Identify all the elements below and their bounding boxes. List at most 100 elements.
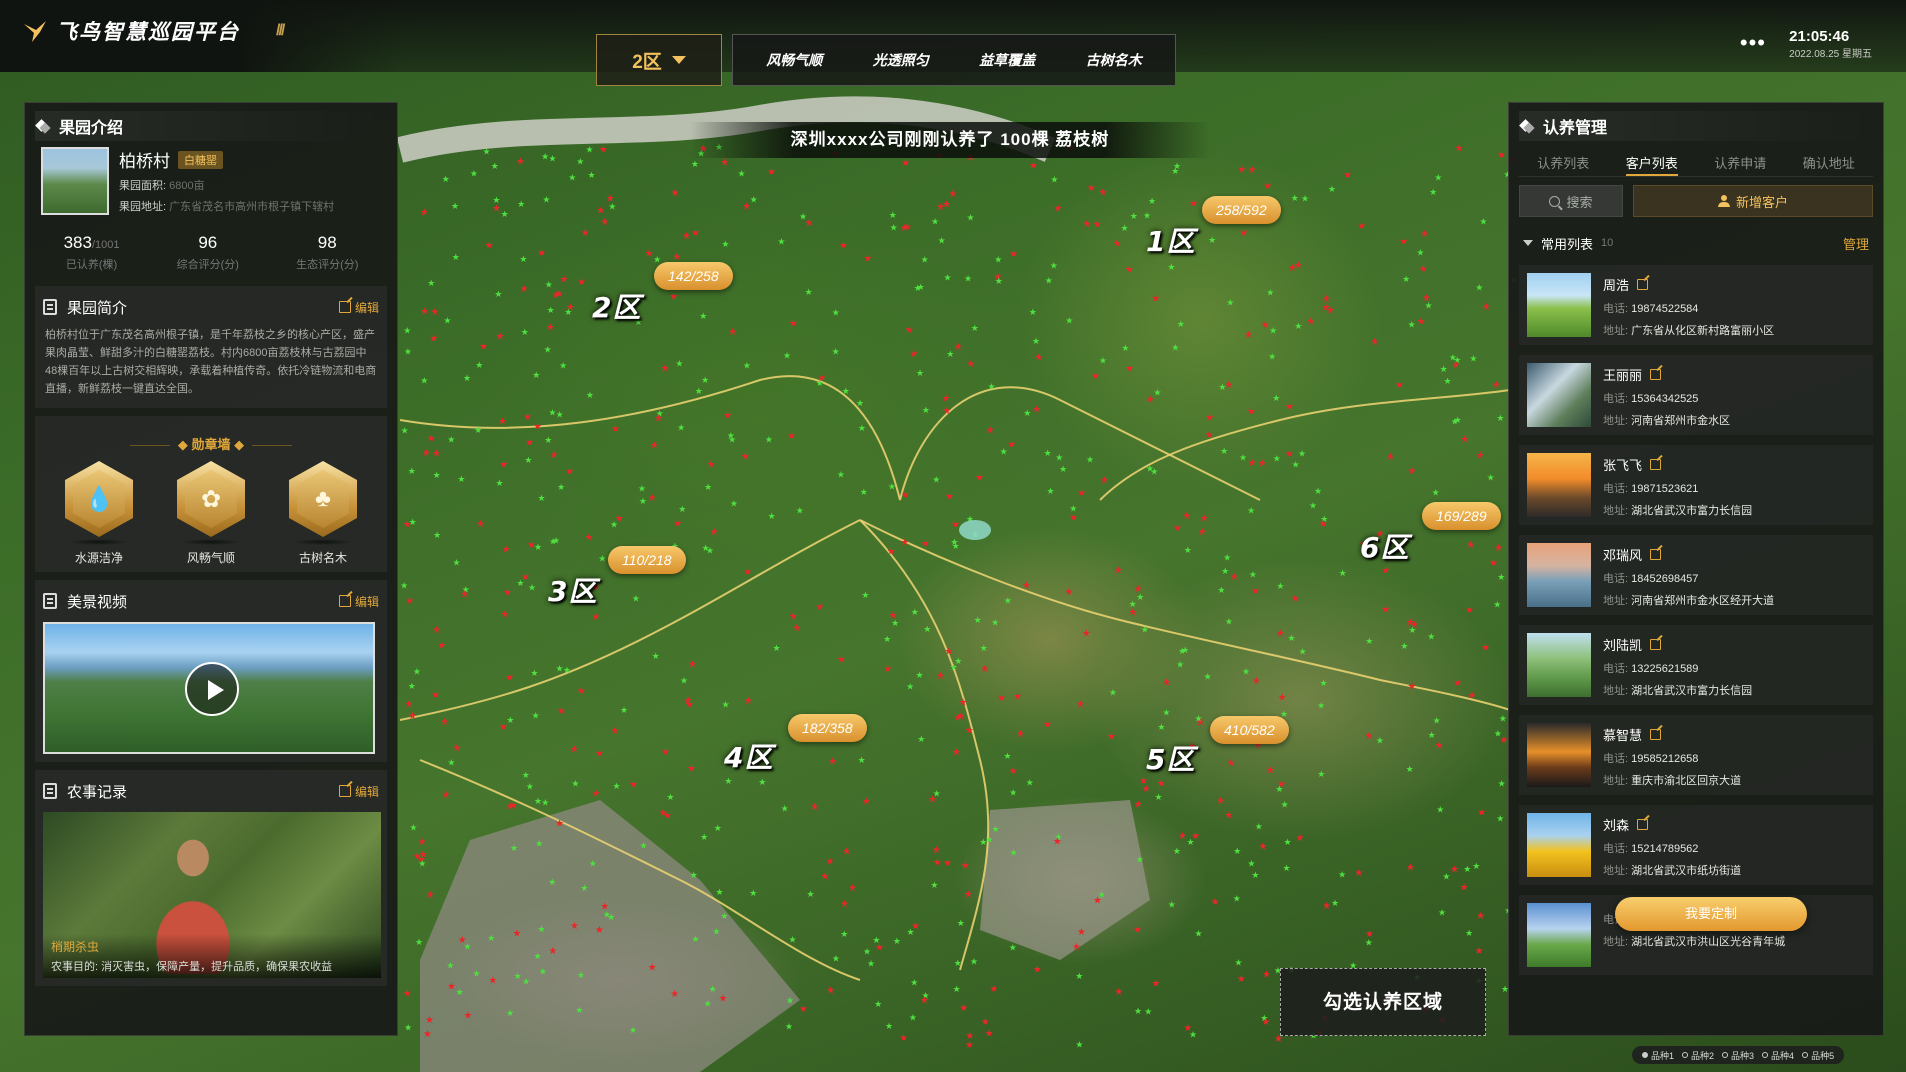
more-icon[interactable]: •••: [1740, 30, 1766, 56]
medal-wind[interactable]: ✿ 风畅气顺: [166, 461, 256, 566]
tab-grass[interactable]: 益草覆盖: [979, 50, 1035, 70]
zone-label-6[interactable]: 6区: [1360, 526, 1409, 566]
client-item[interactable]: 刘陆凯 电话: 13225621589 地址: 湖北省武汉市富力长信园: [1519, 625, 1873, 705]
tree-marker: ★: [758, 778, 766, 788]
tree-marker: ★: [1225, 618, 1233, 628]
app-root: ★ ★ ★ ★ ★ ★ ★ ★ ★ ★ ★ ★ ★ ★ ★ ★ ★ ★ ★ ★ ★ ★ ★ ★ ★ ★ ★ ★ ★ ★ ★ ★ ★ ★ ★ ★ ★ ★ ★ ★…: [0, 0, 1906, 1072]
edit-icon[interactable]: [1650, 369, 1662, 380]
customize-button[interactable]: 我要定制: [1615, 897, 1807, 931]
orchard-thumbnail[interactable]: [41, 147, 109, 215]
tree-marker: ★: [979, 838, 987, 848]
tree-marker: ★: [1339, 569, 1347, 579]
tree-marker: ★: [1497, 573, 1505, 583]
select-adoption-area-button[interactable]: 勾选认养区域: [1280, 968, 1486, 1036]
play-icon[interactable]: [185, 662, 239, 716]
adoption-tab-1[interactable]: 客户列表: [1625, 151, 1678, 176]
zone-label-1[interactable]: 1区: [1146, 220, 1195, 260]
tree-marker: ★: [1055, 454, 1063, 464]
pinwheel-icon: ✿: [185, 470, 237, 528]
intro-section: 果园简介 编辑 柏桥村位于广东茂名高州根子镇，是千年荔枝之乡的核心产区，盛产果肉…: [35, 286, 387, 408]
client-item[interactable]: 慕智慧 电话: 19585212658 地址: 重庆市渝北区回京大道: [1519, 715, 1873, 795]
tree-marker: ★: [1075, 1041, 1083, 1051]
tree-marker: ★: [889, 211, 897, 221]
tree-marker: ★: [777, 237, 785, 247]
tree-marker: ★: [692, 935, 700, 945]
medal-tree[interactable]: ♣ 古树名木: [278, 461, 368, 566]
tree-marker: ★: [741, 452, 750, 463]
tree-marker: ★: [1121, 344, 1129, 354]
tree-marker: ★: [1476, 911, 1485, 922]
phone-label: 电话:: [1603, 753, 1629, 765]
tree-marker: ★: [1198, 527, 1207, 538]
legend-item[interactable]: 品种5: [1802, 1049, 1834, 1062]
client-item[interactable]: 刘森 电话: 15214789562 地址: 湖北省武汉市纸坊街道: [1519, 805, 1873, 885]
tree-marker: ★: [1425, 302, 1433, 312]
tab-wind[interactable]: 风畅气顺: [766, 50, 822, 70]
manage-link[interactable]: 管理: [1843, 234, 1869, 253]
tree-marker: ★: [992, 825, 1000, 835]
client-item[interactable]: 邓瑞风 电话: 18452698457 地址: 河南省郑州市金水区经开大道: [1519, 535, 1873, 615]
edit-icon[interactable]: [1650, 639, 1662, 650]
intro-edit-button[interactable]: 编辑: [338, 299, 379, 316]
adoption-tab-3[interactable]: 确认地址: [1803, 151, 1855, 176]
tree-marker: ★: [1195, 930, 1203, 940]
tree-marker: ★: [1326, 305, 1335, 316]
tree-marker: ★: [1045, 276, 1053, 286]
tree-marker: ★: [1064, 587, 1073, 598]
tree-marker: ★: [724, 777, 732, 787]
collapse-triangle-icon[interactable]: [1523, 240, 1533, 246]
medal-water[interactable]: 💧 水源洁净: [54, 461, 144, 566]
tree-marker: ★: [816, 379, 824, 389]
tree-marker: ★: [1406, 863, 1415, 874]
tree-marker: ★: [487, 934, 495, 944]
client-item[interactable]: 周浩 电话: 19874522584 地址: 广东省从化区新村路富丽小区: [1519, 265, 1873, 345]
farm-edit-button[interactable]: 编辑: [338, 783, 379, 800]
adoption-tab-0[interactable]: 认养列表: [1537, 151, 1589, 176]
edit-icon[interactable]: [1637, 279, 1649, 290]
tree-marker: ★: [577, 277, 586, 288]
edit-icon[interactable]: [1637, 819, 1649, 830]
client-item[interactable]: 王丽丽 电话: 15364342525 地址: 河南省郑州市金水区: [1519, 355, 1873, 435]
edit-icon[interactable]: [1650, 459, 1662, 470]
search-button[interactable]: 搜索: [1519, 185, 1623, 217]
tree-marker: ★: [1065, 317, 1073, 327]
tree-marker: ★: [550, 450, 559, 461]
tree-marker: ★: [485, 241, 494, 252]
adoption-tab-2[interactable]: 认养申请: [1714, 151, 1766, 176]
top-tabs: 风畅气顺 光透照匀 益草覆盖 古树名木: [732, 34, 1176, 86]
tab-light[interactable]: 光透照匀: [873, 50, 929, 70]
tree-marker: ★: [1450, 864, 1459, 875]
tree-marker: ★: [680, 676, 688, 686]
zone-label-3[interactable]: 3区: [548, 570, 597, 610]
client-address-value: 重庆市渝北区回京大道: [1631, 775, 1742, 787]
tree-marker: ★: [1217, 586, 1225, 596]
tree-marker: ★: [516, 156, 525, 167]
tree-marker: ★: [1285, 449, 1294, 460]
zone-select[interactable]: 2区: [596, 34, 722, 86]
tree-marker: ★: [1093, 220, 1102, 231]
tree-marker: ★: [1247, 859, 1255, 869]
edit-icon[interactable]: [1650, 729, 1662, 740]
video-thumbnail[interactable]: [43, 622, 375, 754]
edit-icon[interactable]: [1650, 549, 1662, 560]
client-item[interactable]: 电话: 19852123698地址: 湖北省武汉市洪山区光谷青年城我要定制: [1519, 895, 1873, 975]
zone-badge-5: 410/582: [1210, 716, 1289, 744]
legend-item[interactable]: 品种3: [1722, 1049, 1754, 1062]
tree-marker: ★: [587, 171, 595, 181]
zone-label-5[interactable]: 5区: [1146, 738, 1195, 778]
zone-label-2[interactable]: 2区: [592, 286, 641, 326]
zone-label-4[interactable]: 4区: [724, 736, 773, 776]
tab-ancient-trees[interactable]: 古树名木: [1086, 50, 1142, 70]
tree-marker: ★: [433, 471, 441, 481]
legend-item[interactable]: 品种4: [1762, 1049, 1794, 1062]
tree-marker: ★: [706, 459, 715, 470]
legend-item[interactable]: 品种1: [1642, 1049, 1674, 1062]
add-client-button[interactable]: 新增客户: [1633, 185, 1873, 217]
tree-marker: ★: [743, 567, 752, 578]
video-edit-button[interactable]: 编辑: [338, 593, 379, 610]
tree-marker: ★: [452, 743, 461, 754]
farm-record-image[interactable]: 梢期杀虫 农事目的: 消灭害虫，保障产量，提升品质，确保果农收益: [43, 812, 381, 978]
client-item[interactable]: 张飞飞 电话: 19871523621 地址: 湖北省武汉市富力长信园: [1519, 445, 1873, 525]
tree-marker: ★: [1319, 679, 1327, 689]
legend-item[interactable]: 品种2: [1682, 1049, 1714, 1062]
